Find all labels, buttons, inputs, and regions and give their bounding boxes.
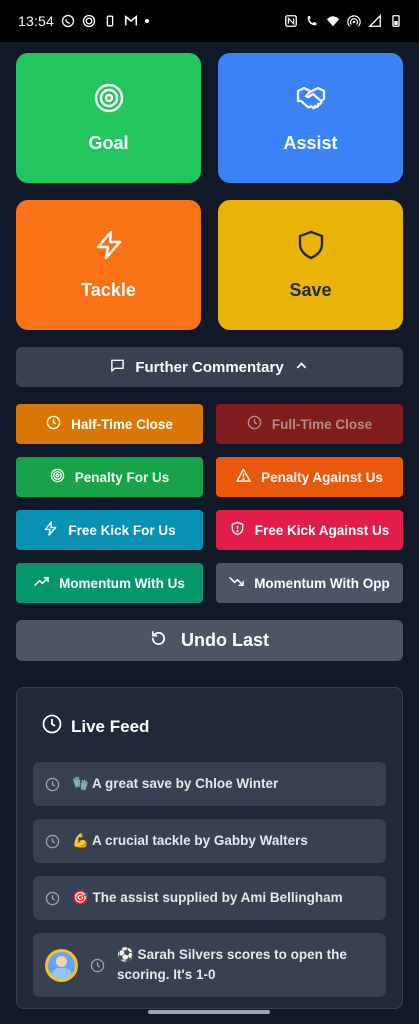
wifi-icon [326,14,340,28]
goal-button[interactable]: Goal [16,53,201,183]
save-button[interactable]: Save [218,200,403,330]
goal-label: Goal [88,133,129,153]
penalty-for-us-label: Penalty For Us [74,469,170,485]
message-icon [110,358,125,377]
home-indicator[interactable] [148,1010,270,1014]
clock-icon [45,891,60,906]
free-kick-against-us-label: Free Kick Against Us [254,522,390,538]
half-time-close-button[interactable]: Half-Time Close [16,404,203,444]
avatar [45,948,78,982]
status-right [284,14,403,28]
feed-item-text: 💪 A crucial tackle by Gabby Walters [72,833,308,848]
target-icon [50,468,65,486]
clock-icon [247,415,262,433]
lightning-icon [43,521,58,539]
penalty-for-us-button[interactable]: Penalty For Us [16,457,203,497]
commentary-actions: Half-Time Close Full-Time Close Penalty … [16,404,403,603]
nfc-icon [284,14,298,28]
feed-item: 🧤 A great save by Chloe Winter [33,762,386,806]
undo-icon [150,630,167,652]
further-commentary-label: Further Commentary [135,358,284,376]
clock-icon [45,777,60,792]
status-time: 13:54 [18,13,55,29]
feed-item: 💪 A crucial tackle by Gabby Walters [33,819,386,863]
whatsapp-icon [61,14,75,28]
status-bar: 13:54 [0,0,419,42]
trending-down-icon [229,574,244,592]
clock-icon [45,834,60,849]
undo-last-label: Undo Last [181,630,269,650]
target-icon [93,82,125,119]
gmail-icon [124,14,138,28]
live-feed-list: 🧤 A great save by Chloe Winter 💪 A cruci… [33,762,386,997]
further-commentary-toggle[interactable]: Further Commentary [16,347,403,387]
free-kick-against-us-button[interactable]: Free Kick Against Us [216,510,403,550]
tackle-button[interactable]: Tackle [16,200,201,330]
battery-small-icon [103,14,117,28]
shield-icon [295,229,327,266]
tackle-label: Tackle [81,280,136,300]
warning-icon [236,468,251,486]
clock-icon [46,415,61,433]
feed-item-text: ⚽ Sarah Silvers scores to open the scori… [117,947,347,982]
assist-label: Assist [283,133,338,153]
save-label: Save [289,280,332,300]
live-feed-title: Live Feed [71,716,150,736]
live-feed-header: Live Feed [42,714,386,739]
signal-icon [368,14,382,28]
clock-icon [90,958,105,973]
momentum-with-us-button[interactable]: Momentum With Us [16,563,203,603]
main-content: Goal Assist Tackle Save Further Commenta… [16,53,403,1009]
momentum-with-us-label: Momentum With Us [59,575,185,591]
momentum-with-opp-label: Momentum With Opp [254,575,390,591]
feed-item-text: 🧤 A great save by Chloe Winter [72,776,279,791]
chevron-up-icon [294,358,309,377]
live-feed-card: Live Feed 🧤 A great save by Chloe Winter… [16,687,403,1009]
primary-actions: Goal Assist Tackle Save [16,53,403,330]
wifi-calling-icon [305,14,319,28]
battery-icon [389,14,403,28]
penalty-against-us-label: Penalty Against Us [261,469,383,485]
full-time-close-button[interactable]: Full-Time Close [216,404,403,444]
momentum-with-opp-button[interactable]: Momentum With Opp [216,563,403,603]
trending-up-icon [34,574,49,592]
lightning-icon [93,229,125,266]
undo-last-button[interactable]: Undo Last [16,620,403,661]
notification-dot [145,19,150,23]
full-time-close-label: Full-Time Close [271,416,373,432]
penalty-against-us-button[interactable]: Penalty Against Us [216,457,403,497]
feed-item-text: 🎯 The assist supplied by Ami Bellingham [72,890,343,905]
assist-button[interactable]: Assist [218,53,403,183]
shield-alert-icon [230,521,245,539]
status-left: 13:54 [18,13,150,29]
feed-item: 🎯 The assist supplied by Ami Bellingham [33,876,386,920]
half-time-close-label: Half-Time Close [71,416,173,432]
feed-item: ⚽ Sarah Silvers scores to open the scori… [33,933,386,997]
free-kick-for-us-label: Free Kick For Us [68,522,176,538]
clock-icon [42,714,62,739]
nfc-circle-icon [82,14,96,28]
hotspot-icon [347,14,361,28]
free-kick-for-us-button[interactable]: Free Kick For Us [16,510,203,550]
handshake-icon [295,82,327,119]
